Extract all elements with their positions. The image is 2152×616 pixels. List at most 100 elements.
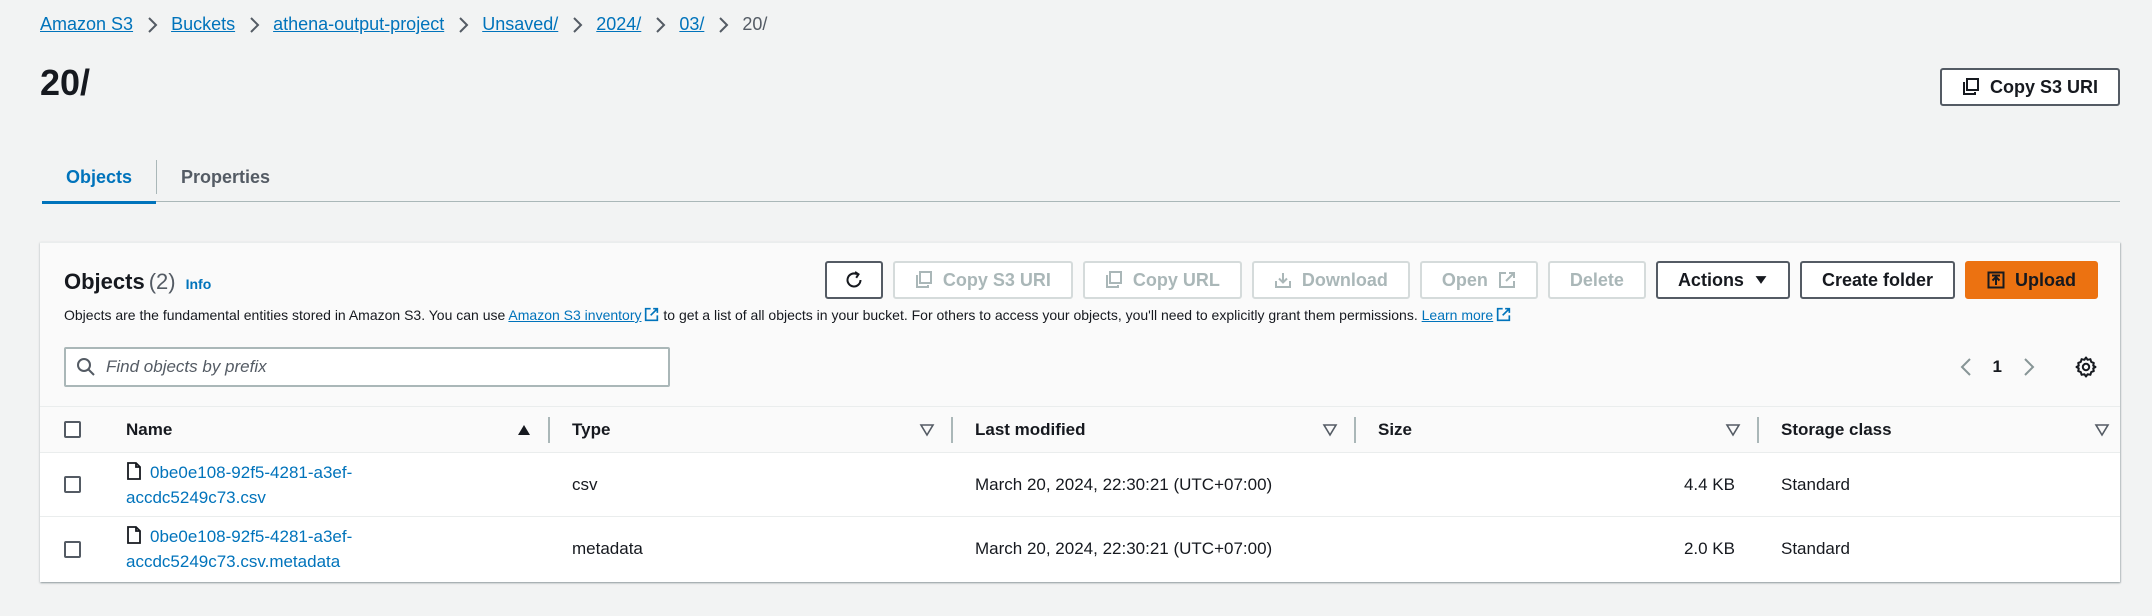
open-label: Open (1441, 269, 1488, 290)
previous-page-button[interactable] (1955, 356, 1977, 378)
next-page-button[interactable] (2018, 356, 2040, 378)
breadcrumb-bucket[interactable]: athena-output-project (273, 14, 444, 35)
table-row: 0be0e108-92f5-4281-a3ef- accdc5249c73.cs… (40, 517, 2120, 581)
column-header-type[interactable]: Type (550, 407, 953, 452)
chevron-right-icon (2024, 358, 2035, 376)
object-name-link[interactable]: 0be0e108-92f5-4281-a3ef- accdc5249c73.cs… (126, 524, 352, 574)
objects-title: Objects (64, 269, 145, 294)
copy-url-label: Copy URL (1132, 269, 1220, 290)
info-link[interactable]: Info (186, 276, 212, 292)
learn-more-link[interactable]: Learn more (1422, 307, 1494, 323)
size-cell: 2.0 KB (1683, 539, 1735, 558)
file-icon (127, 526, 141, 544)
sort-icon (2094, 424, 2110, 437)
row-select-cell (40, 453, 126, 516)
column-name-label: Name (126, 419, 173, 439)
select-all-cell (40, 407, 126, 452)
objects-panel: Objects (2) Info Copy S3 URI Copy URL Down… (40, 242, 2120, 582)
tab-properties[interactable]: Properties (157, 152, 294, 202)
external-link-icon (1497, 307, 1511, 322)
upload-button[interactable]: Upload (1965, 261, 2098, 299)
chevron-left-icon (1960, 358, 1971, 376)
external-link-icon (1498, 272, 1515, 288)
sort-icon (919, 424, 935, 437)
column-type-label: Type (572, 419, 611, 439)
column-size-label: Size (1378, 419, 1413, 439)
delete-button[interactable]: Delete (1547, 261, 1646, 299)
external-link-icon (645, 307, 659, 322)
copy-url-button[interactable]: Copy URL (1082, 261, 1242, 299)
actions-label: Actions (1677, 269, 1744, 290)
chevron-right-icon (558, 16, 596, 34)
s3-inventory-link[interactable]: Amazon S3 inventory (508, 307, 641, 323)
search-icon (77, 358, 95, 376)
modified-cell: March 20, 2024, 22:30:21 (UTC+07:00) (975, 474, 1273, 494)
create-folder-label: Create folder (1821, 269, 1933, 290)
open-button[interactable]: Open (1419, 261, 1538, 299)
column-modified-label: Last modified (975, 419, 1086, 439)
object-name-line2: accdc5249c73.csv.metadata (126, 552, 341, 571)
breadcrumb-unsaved[interactable]: Unsaved/ (482, 14, 558, 35)
breadcrumb-amazon-s3[interactable]: Amazon S3 (40, 14, 133, 35)
objects-table: Name Type Last modified Size Storage cla (40, 407, 2120, 581)
tab-list: Objects Properties (42, 152, 2120, 204)
search-input[interactable] (106, 349, 668, 385)
gear-icon[interactable] (2074, 355, 2098, 379)
tab-objects[interactable]: Objects (42, 152, 157, 204)
copy-s3-uri-button[interactable]: Copy S3 URI (1939, 68, 2120, 106)
breadcrumb: Amazon S3 Buckets athena-output-project … (40, 14, 767, 35)
modified-cell: March 20, 2024, 22:30:21 (UTC+07:00) (975, 539, 1273, 558)
storage-class-cell: Standard (1781, 539, 1850, 558)
caret-down-icon (1755, 276, 1767, 284)
breadcrumb-03[interactable]: 03/ (679, 14, 704, 35)
objects-toolbar: Copy S3 URI Copy URL Download Open Delet… (824, 261, 2098, 299)
pagination: 1 (1955, 355, 2098, 379)
objects-description: Objects are the fundamental entities sto… (64, 307, 1511, 323)
name-cell: 0be0e108-92f5-4281-a3ef- accdc5249c73.cs… (126, 517, 550, 581)
objects-description-text-1: Objects are the fundamental entities sto… (64, 307, 509, 323)
upload-label: Upload (2015, 269, 2076, 290)
select-all-checkbox[interactable] (64, 421, 81, 438)
table-row: 0be0e108-92f5-4281-a3ef- accdc5249c73.cs… (40, 453, 2120, 517)
storage-class-cell: Standard (1781, 474, 1850, 494)
refresh-button[interactable] (824, 261, 883, 299)
actions-dropdown-button[interactable]: Actions (1655, 261, 1790, 299)
upload-icon (1987, 271, 2005, 289)
name-cell: 0be0e108-92f5-4281-a3ef- accdc5249c73.cs… (126, 453, 550, 516)
chevron-right-icon (235, 16, 273, 34)
table-header: Name Type Last modified Size Storage cla (40, 407, 2120, 453)
object-name-line1: 0be0e108-92f5-4281-a3ef- (150, 527, 353, 546)
row-checkbox[interactable] (64, 476, 81, 493)
size-cell: 4.4 KB (1683, 474, 1735, 494)
current-page[interactable]: 1 (1993, 357, 2002, 377)
column-header-name[interactable]: Name (126, 407, 550, 452)
chevron-right-icon (641, 16, 679, 34)
sort-icon (1322, 424, 1338, 437)
copy-icon (1962, 78, 1979, 95)
row-select-cell (40, 517, 126, 581)
objects-description-text-2: to get a list of all objects in your buc… (659, 307, 1422, 323)
object-name-line1: 0be0e108-92f5-4281-a3ef- (150, 462, 353, 482)
column-header-storage-class[interactable]: Storage class (1759, 407, 2120, 452)
create-folder-button[interactable]: Create folder (1799, 261, 1955, 299)
type-cell: csv (572, 474, 598, 494)
copy-icon (1105, 271, 1122, 288)
copy-s3-uri-toolbar-label: Copy S3 URI (942, 269, 1051, 290)
column-header-last-modified[interactable]: Last modified (953, 407, 1356, 452)
column-header-size[interactable]: Size (1356, 407, 1759, 452)
object-name-link[interactable]: 0be0e108-92f5-4281-a3ef- accdc5249c73.cs… (126, 460, 352, 510)
objects-heading: Objects (2) Info (64, 269, 211, 295)
row-checkbox[interactable] (64, 540, 81, 558)
column-class-label: Storage class (1781, 419, 1892, 439)
chevron-right-icon (133, 16, 171, 34)
download-button[interactable]: Download (1251, 261, 1410, 299)
breadcrumb-buckets[interactable]: Buckets (171, 14, 235, 35)
page-title: 20/ (40, 62, 91, 103)
objects-header: Objects (2) Info Copy S3 URI Copy URL Down… (40, 243, 2120, 407)
copy-s3-uri-toolbar-button[interactable]: Copy S3 URI (892, 261, 1073, 299)
breadcrumb-current: 20/ (742, 14, 768, 34)
breadcrumb-2024[interactable]: 2024/ (596, 14, 641, 35)
chevron-right-icon (704, 16, 742, 34)
chevron-right-icon (444, 16, 482, 34)
objects-count: (2) (148, 269, 176, 294)
